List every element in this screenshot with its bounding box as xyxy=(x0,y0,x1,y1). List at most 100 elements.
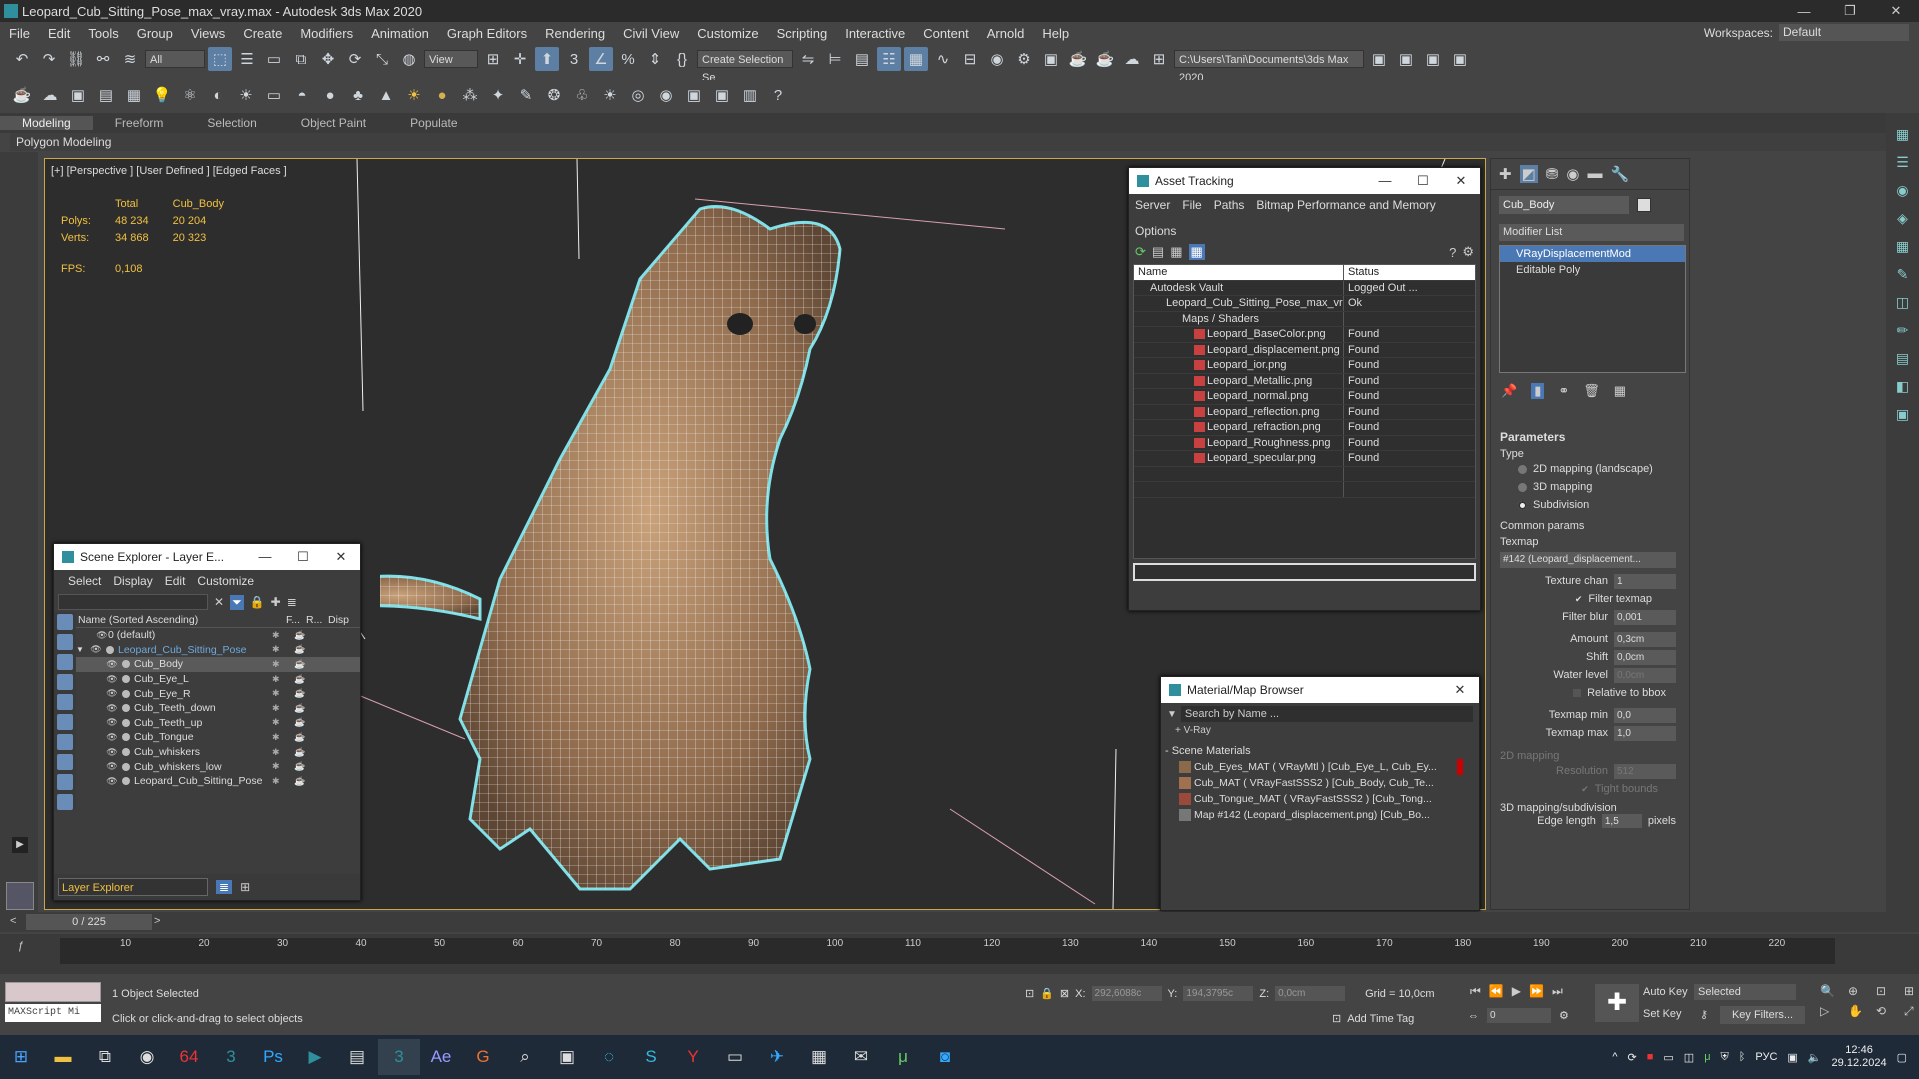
asset-row[interactable]: Leopard_specular.png Found xyxy=(1134,451,1475,467)
material-item[interactable]: Cub_MAT ( VRayFastSSS2 ) [Cub_Body, Cub_… xyxy=(1175,775,1463,791)
ribbon-icon[interactable]: ▦ xyxy=(904,47,928,71)
table-view-icon[interactable]: ▦ xyxy=(1188,244,1205,260)
ribbon-polygon-modeling[interactable]: Polygon Modeling xyxy=(10,133,1889,151)
col-name[interactable]: Name xyxy=(1134,265,1344,280)
zoom-icon[interactable]: 🔍 xyxy=(1820,984,1842,998)
menu-views[interactable]: Views xyxy=(182,26,234,41)
renderable-icon[interactable]: ☕ xyxy=(294,717,305,728)
viewport-layout-icon[interactable] xyxy=(6,882,34,910)
paint-icon[interactable]: ✎ xyxy=(1892,263,1914,285)
renderable-icon[interactable]: ☕ xyxy=(294,674,305,685)
remove-modifier-icon[interactable]: 🗑 xyxy=(1583,383,1600,399)
at-menu-file[interactable]: File xyxy=(1182,198,1201,212)
rendered-frame-icon[interactable]: ▣ xyxy=(1039,47,1063,71)
se-row[interactable]: 👁 Cub_whiskers ✱ ☕ xyxy=(76,745,360,760)
vray-sun-icon[interactable]: ☀ xyxy=(234,83,258,107)
display-xrefs-icon[interactable] xyxy=(57,774,73,790)
material-item[interactable]: Cub_Tongue_MAT ( VRayFastSSS2 ) [Cub_Ton… xyxy=(1175,791,1463,807)
display-all-icon[interactable] xyxy=(57,614,73,630)
redo-icon[interactable]: ↷ xyxy=(37,47,61,71)
shift-spinner[interactable]: 0,0cm xyxy=(1614,649,1676,665)
at-menu-server[interactable]: Server xyxy=(1135,198,1170,212)
explorer-icon[interactable]: ▬ xyxy=(42,1039,84,1075)
layers-icon[interactable]: ☰ xyxy=(1892,151,1914,173)
display-spacewarps-icon[interactable] xyxy=(57,734,73,750)
workspaces-dropdown[interactable]: Default xyxy=(1779,24,1909,41)
scene-explorer-icon[interactable]: ▤ xyxy=(850,47,874,71)
amount-spinner[interactable]: 0,3cm xyxy=(1614,631,1676,647)
texture-chan-spinner[interactable]: 1 xyxy=(1614,573,1676,589)
freeze-icon[interactable]: ✱ xyxy=(272,732,280,743)
box-icon[interactable]: ◫ xyxy=(1892,291,1914,313)
asset-row[interactable]: Maps / Shaders xyxy=(1134,311,1475,327)
tray-clock[interactable]: 12:46 29.12.2024 xyxy=(1832,1044,1887,1070)
selection-filter[interactable]: All xyxy=(145,50,205,68)
texmap-max-spinner[interactable]: 1,0 xyxy=(1614,725,1676,741)
visibility-icon[interactable]: 👁 xyxy=(106,717,118,728)
layer-explorer-dropdown[interactable]: Layer Explorer xyxy=(58,878,208,896)
tray-red-icon[interactable]: ■ xyxy=(1647,1051,1654,1063)
se-row[interactable]: 👁 Cub_Teeth_up ✱ ☕ xyxy=(76,716,360,731)
scene-explorer-titlebar[interactable]: Scene Explorer - Layer E... — ☐ ✕ xyxy=(54,544,360,570)
menu-modifiers[interactable]: Modifiers xyxy=(291,26,362,41)
start-icon[interactable]: ⊞ xyxy=(0,1039,42,1075)
project-path-dropdown[interactable]: C:\Users\Tani\Documents\3ds Max 2020 xyxy=(1174,50,1364,84)
display-groups-icon[interactable] xyxy=(57,754,73,770)
menu-help[interactable]: Help xyxy=(1033,26,1078,41)
se-menu-edit[interactable]: Edit xyxy=(165,574,186,588)
set-key-big-icon[interactable]: ✚ xyxy=(1595,984,1639,1022)
asset-row[interactable]: Leopard_refraction.png Found xyxy=(1134,420,1475,436)
filter-texmap-check[interactable]: ✔ xyxy=(1575,594,1583,605)
menu-rendering[interactable]: Rendering xyxy=(536,26,614,41)
radio-subdivision[interactable] xyxy=(1518,500,1527,510)
pivot-icon[interactable]: ⊞ xyxy=(481,47,505,71)
renderable-icon[interactable]: ☕ xyxy=(294,776,305,787)
se-row[interactable]: 👁 Cub_Tongue ✱ ☕ xyxy=(76,730,360,745)
display-helpers-icon[interactable] xyxy=(57,714,73,730)
mb-scene-materials[interactable]: - Scene Materials xyxy=(1165,745,1475,757)
filter-blur-spinner[interactable]: 0,001 xyxy=(1614,609,1676,625)
freeze-icon[interactable]: ✱ xyxy=(272,630,280,641)
curve-editor-icon[interactable]: ∿ xyxy=(931,47,955,71)
select-manipulate-icon[interactable]: ✛ xyxy=(508,47,532,71)
render-setup-icon[interactable]: ⚙ xyxy=(1012,47,1036,71)
renderable-icon[interactable]: ☕ xyxy=(294,761,305,772)
se-row[interactable]: ▼ 👁 Leopard_Cub_Sitting_Pose ✱ ☕ xyxy=(76,643,360,658)
make-unique-icon[interactable]: ⚭ xyxy=(1558,383,1569,399)
cube-icon[interactable]: ◧ xyxy=(1892,375,1914,397)
vray-decal-icon[interactable]: ✎ xyxy=(514,83,538,107)
vray-fur-icon[interactable]: ⁂ xyxy=(458,83,482,107)
project-set-icon[interactable]: ▣ xyxy=(1394,47,1418,71)
se-maximize-button[interactable]: ☐ xyxy=(284,549,322,565)
vray-dome-icon[interactable]: ◓ xyxy=(290,83,314,107)
freeze-icon[interactable]: ✱ xyxy=(272,644,280,655)
menu-arnold[interactable]: Arnold xyxy=(978,26,1034,41)
radio-3d[interactable] xyxy=(1518,482,1527,492)
renderable-icon[interactable]: ☕ xyxy=(294,688,305,699)
add-time-tag[interactable]: Add Time Tag xyxy=(1347,1013,1414,1025)
fov-icon[interactable]: ▷ xyxy=(1820,1004,1842,1019)
se-row[interactable]: 👁 Cub_Eye_R ✱ ☕ xyxy=(76,686,360,701)
asset-row[interactable]: Leopard_Cub_Sitting_Pose_max_vra... Ok xyxy=(1134,296,1475,312)
mini-curve-icon[interactable]: ƒ xyxy=(18,940,24,952)
radio-2d[interactable] xyxy=(1518,464,1527,474)
rotate-icon[interactable]: ⟳ xyxy=(343,47,367,71)
teapot-icon[interactable]: ☕ xyxy=(10,83,34,107)
se-row[interactable]: 👁 Leopard_Cub_Sitting_Pose ✱ ☕ xyxy=(76,774,360,789)
utilities-tab-icon[interactable]: 🔧 xyxy=(1610,165,1629,183)
menu-file[interactable]: File xyxy=(0,26,39,41)
goto-start-icon[interactable]: ⏮ xyxy=(1470,984,1481,999)
time-tag-icon[interactable]: ⊡ xyxy=(1332,1012,1341,1025)
auto-key-button[interactable]: Auto Key xyxy=(1643,986,1688,998)
freeze-icon[interactable]: ✱ xyxy=(272,703,280,714)
se-row[interactable]: 👁 Cub_Body ✱ ☕ xyxy=(76,657,360,672)
project-open-icon[interactable]: ▣ xyxy=(1421,47,1445,71)
grid-icon[interactable]: ▦ xyxy=(1892,235,1914,257)
maxscript-listener[interactable] xyxy=(5,982,101,1002)
vray-material-icon[interactable]: ▣ xyxy=(682,83,706,107)
renderable-icon[interactable]: ☕ xyxy=(294,630,305,641)
terminal-icon[interactable]: ▭ xyxy=(714,1039,756,1075)
time-config-icon[interactable]: ⚙ xyxy=(1559,1009,1569,1022)
mb-close-button[interactable]: ✕ xyxy=(1441,682,1479,698)
visibility-icon[interactable]: 👁 xyxy=(106,688,118,699)
